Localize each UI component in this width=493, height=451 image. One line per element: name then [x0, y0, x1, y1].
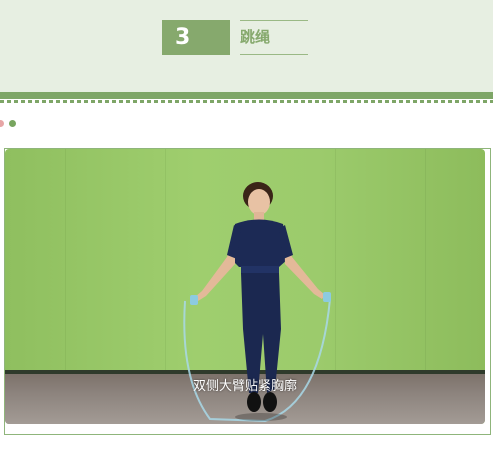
header-divider-dashes [0, 100, 493, 103]
rope-handle-right [323, 292, 331, 302]
video-subtitle: 双侧大臂贴紧胸廓 [192, 379, 297, 394]
top-shirt [231, 219, 288, 267]
left-shoe [247, 392, 261, 412]
face [248, 189, 270, 215]
decorative-dot-pink [0, 120, 4, 127]
right-shoe [263, 392, 277, 412]
left-arm [195, 231, 235, 301]
section-number-badge: 3 [162, 20, 230, 55]
header-divider-band [0, 92, 493, 99]
waist [241, 266, 279, 274]
section-title: 跳绳 [240, 28, 271, 46]
floor-shadow [235, 413, 287, 421]
rope-handle-left [190, 295, 198, 305]
video-player[interactable]: 双侧大臂贴紧胸廓 [5, 149, 485, 424]
right-arm [284, 231, 325, 299]
section-header: 3 跳绳 [0, 0, 493, 92]
section-title-box: 跳绳 [240, 20, 308, 55]
decorative-dot-green [9, 120, 16, 127]
